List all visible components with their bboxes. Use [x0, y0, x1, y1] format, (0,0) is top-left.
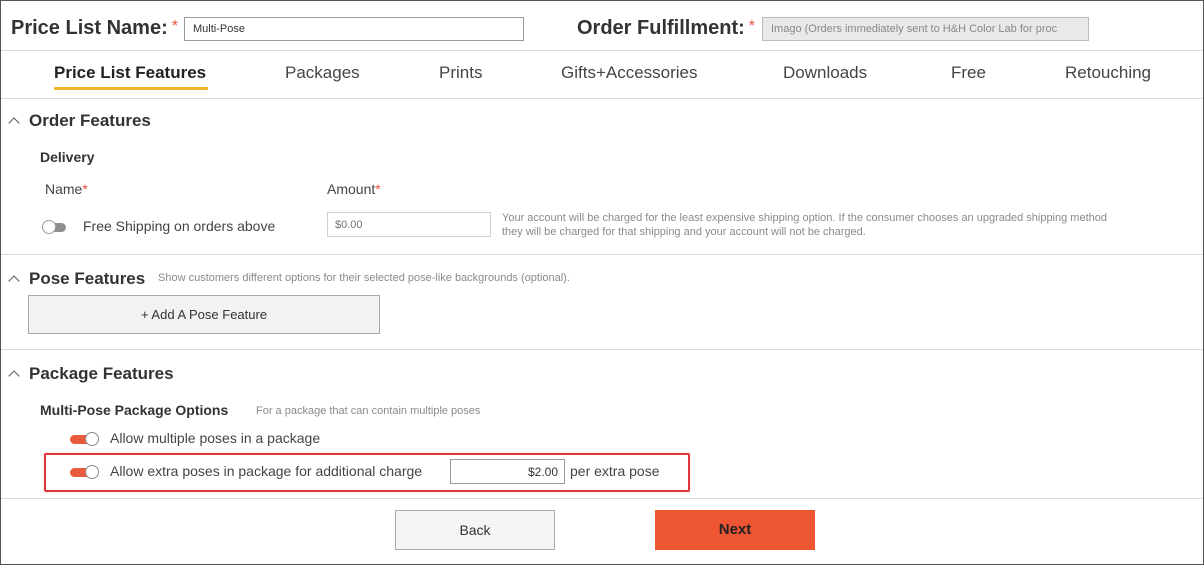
active-tab-underline — [54, 87, 208, 90]
package-features-title: Package Features — [29, 364, 174, 383]
order-fulfillment-field: Imago (Orders immediately sent to H&H Co… — [762, 17, 1089, 41]
divider — [1, 98, 1203, 99]
tab-gifts-accessories[interactable]: Gifts+Accessories — [561, 63, 698, 83]
free-shipping-label: Free Shipping on orders above — [83, 218, 276, 234]
tab-retouching[interactable]: Retouching — [1065, 63, 1151, 83]
order-fulfillment-label: Order Fulfillment: * — [577, 17, 756, 39]
tab-prints[interactable]: Prints — [439, 63, 482, 83]
multi-pose-options-description: For a package that can contain multiple … — [256, 405, 481, 417]
shipping-note-line: they will be charged for that shipping a… — [502, 226, 866, 238]
add-pose-feature-button[interactable]: + Add A Pose Feature — [28, 295, 380, 334]
amount-column-header: Amount* — [327, 181, 381, 197]
allow-multiple-poses-label: Allow multiple poses in a package — [110, 430, 321, 446]
tab-downloads[interactable]: Downloads — [783, 63, 867, 83]
free-shipping-amount-input[interactable] — [327, 212, 491, 237]
tab-free[interactable]: Free — [951, 63, 986, 83]
shipping-note-line: Your account will be charged for the lea… — [502, 212, 1107, 224]
allow-extra-poses-toggle[interactable] — [70, 465, 100, 479]
pose-features-title: Pose Features — [29, 269, 146, 288]
multi-pose-options-title: Multi-Pose Package Options — [40, 402, 229, 418]
delivery-title: Delivery — [40, 149, 95, 165]
name-column-header: Name* — [45, 181, 88, 197]
next-button[interactable]: Next — [655, 510, 815, 550]
allow-multiple-poses-toggle[interactable] — [70, 432, 100, 446]
per-extra-pose-label: per extra pose — [570, 463, 660, 479]
extra-pose-price-input[interactable] — [450, 459, 565, 484]
tab-price-list-features[interactable]: Price List Features — [54, 63, 206, 83]
shipping-note: Your account will be charged for the lea… — [502, 211, 1192, 239]
allow-extra-poses-label: Allow extra poses in package for additio… — [110, 463, 423, 479]
price-list-name-input[interactable] — [184, 17, 524, 41]
back-button[interactable]: Back — [395, 510, 555, 550]
required-mark: * — [171, 18, 178, 35]
required-mark: * — [748, 18, 756, 35]
divider — [1, 349, 1203, 350]
free-shipping-toggle[interactable] — [42, 220, 72, 234]
price-list-name-label: Price List Name: * — [11, 17, 178, 39]
tab-packages[interactable]: Packages — [285, 63, 360, 83]
divider — [1, 498, 1203, 499]
order-features-title: Order Features — [29, 111, 151, 130]
pose-features-description: Show customers different options for the… — [158, 272, 570, 284]
divider — [1, 254, 1203, 255]
divider — [1, 50, 1203, 51]
